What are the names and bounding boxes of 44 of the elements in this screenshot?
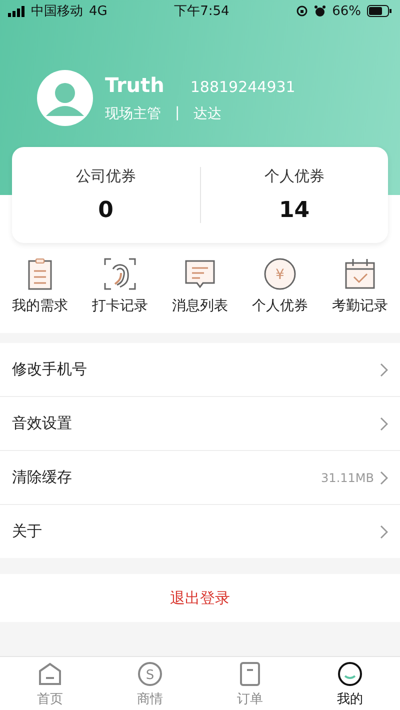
signal-icon [8, 6, 25, 16]
fingerprint-icon [103, 257, 137, 291]
team-name: 达达 [194, 105, 222, 123]
battery-percent: 66% [332, 4, 361, 18]
shortcut-label[interactable]: 消息列表 [172, 297, 228, 315]
shortcut-label[interactable]: 考勤记录 [332, 297, 388, 315]
cache-size: 31.11MB [321, 470, 374, 484]
tab[interactable]: 首页 [0, 657, 100, 710]
user-role: 现场主管 [105, 105, 161, 123]
settings-item[interactable]: 修改手机号 [12, 360, 380, 379]
status-time: 下午7:54 [174, 3, 230, 20]
logout-button[interactable]: 退出登录 [0, 574, 400, 622]
chevron-right-icon [380, 470, 388, 484]
settings-item[interactable]: 清除缓存 [12, 468, 322, 487]
shortcut-label[interactable]: 打卡记录 [92, 297, 148, 315]
coupon-label: 公司优券 [76, 167, 136, 186]
coin-icon: S [137, 661, 163, 687]
coupon-label: 个人优券 [264, 167, 324, 186]
yen-coin-icon: ¥ [263, 257, 297, 291]
coupon-count: 14 [278, 198, 310, 223]
rotation-lock-icon [296, 5, 308, 17]
settings-item[interactable]: 关于 [12, 522, 380, 541]
tab[interactable]: 我的 [300, 657, 400, 710]
chevron-right-icon [380, 524, 388, 538]
shortcut-label[interactable]: 个人优券 [252, 297, 308, 315]
user-name: Truth [105, 73, 164, 97]
settings-item[interactable]: 音效设置 [12, 414, 380, 433]
battery-icon [367, 5, 392, 17]
chevron-right-icon [380, 416, 388, 430]
network-type: 4G [89, 4, 108, 18]
separator: | [175, 105, 180, 123]
calendar-icon [343, 257, 377, 291]
phone-number: 18819244931 [190, 78, 296, 96]
coupon-count: 0 [98, 198, 114, 223]
home-icon [37, 661, 63, 687]
profile-icon [337, 661, 363, 687]
order-icon [237, 661, 263, 687]
chevron-right-icon [380, 362, 388, 376]
carrier-name: 中国移动 [31, 3, 83, 20]
shortcut-label[interactable]: 我的需求 [12, 297, 68, 315]
tab[interactable]: 订单 [200, 657, 300, 710]
alarm-icon [314, 5, 326, 17]
avatar-icon [37, 70, 93, 126]
tab[interactable]: S 商情 [100, 657, 200, 710]
